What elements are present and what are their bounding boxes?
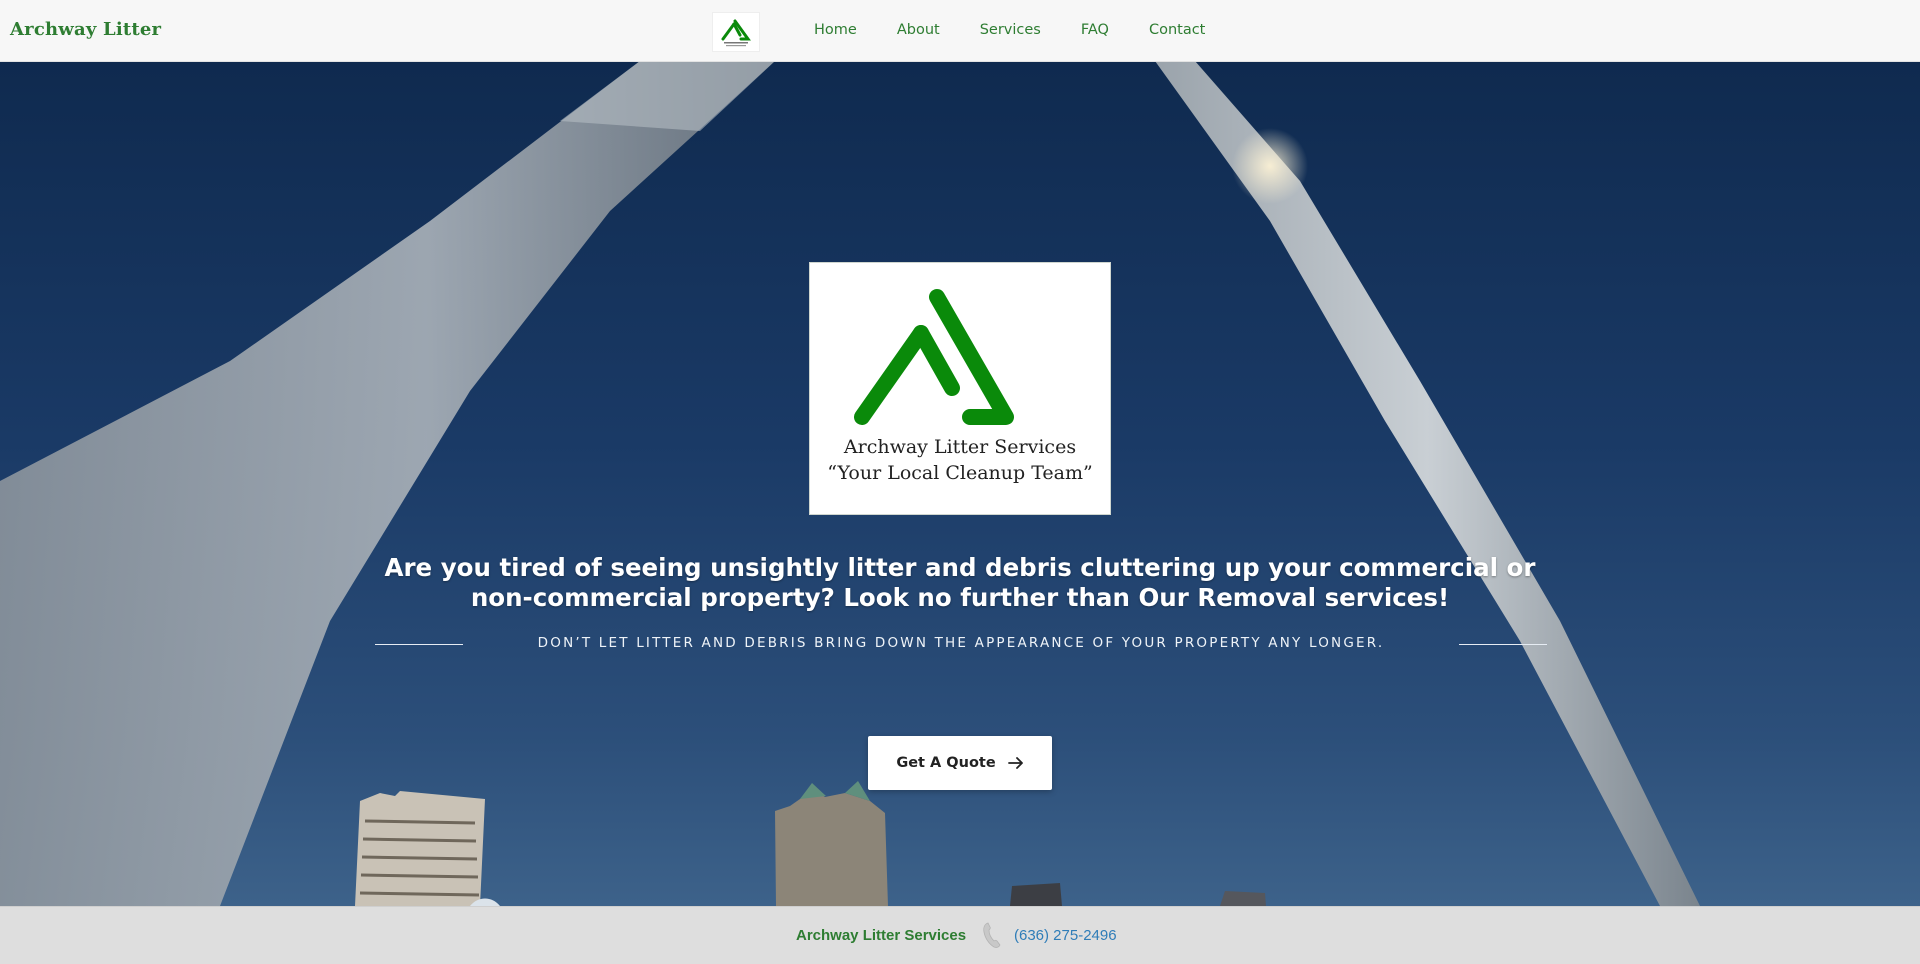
site-header: Archway Litter Home About Services FAQ C… — [0, 0, 1920, 62]
get-a-quote-label: Get A Quote — [896, 755, 996, 771]
nav-services[interactable]: Services — [980, 22, 1041, 38]
archway-logo-icon — [854, 289, 1014, 425]
footer-phone-link[interactable]: (636) 275-2496 — [1014, 927, 1117, 944]
nav-faq[interactable]: FAQ — [1081, 22, 1109, 38]
archway-logo-icon — [721, 19, 751, 47]
arrow-right-icon — [1007, 757, 1023, 769]
hero-subline: DON’T LET LITTER AND DEBRIS BRING DOWN T… — [537, 635, 1385, 651]
get-a-quote-button[interactable]: Get A Quote — [868, 736, 1052, 790]
main-nav: Home About Services FAQ Contact — [814, 22, 1245, 38]
hero-logo-card: Archway Litter Services “Your Local Clea… — [809, 262, 1111, 515]
footer-business-name: Archway Litter Services — [796, 927, 967, 944]
hero-headline: Are you tired of seeing unsightly litter… — [384, 553, 1536, 612]
contact-bar: Archway Litter Services (636) 275-2496 — [0, 906, 1920, 964]
divider-right — [1459, 644, 1547, 645]
nav-about[interactable]: About — [897, 22, 940, 38]
brand-name[interactable]: Archway Litter — [10, 19, 161, 40]
divider-left — [375, 644, 463, 645]
hero-logo-name: Archway Litter Services — [843, 436, 1077, 458]
nav-contact[interactable]: Contact — [1149, 22, 1205, 38]
hero-logo-tagline: “Your Local Cleanup Team” — [827, 462, 1093, 484]
hero-subline-row: DON’T LET LITTER AND DEBRIS BRING DOWN T… — [375, 635, 1547, 655]
phone-icon — [983, 922, 1001, 948]
nav-home[interactable]: Home — [814, 22, 857, 38]
header-logo[interactable] — [712, 12, 760, 52]
